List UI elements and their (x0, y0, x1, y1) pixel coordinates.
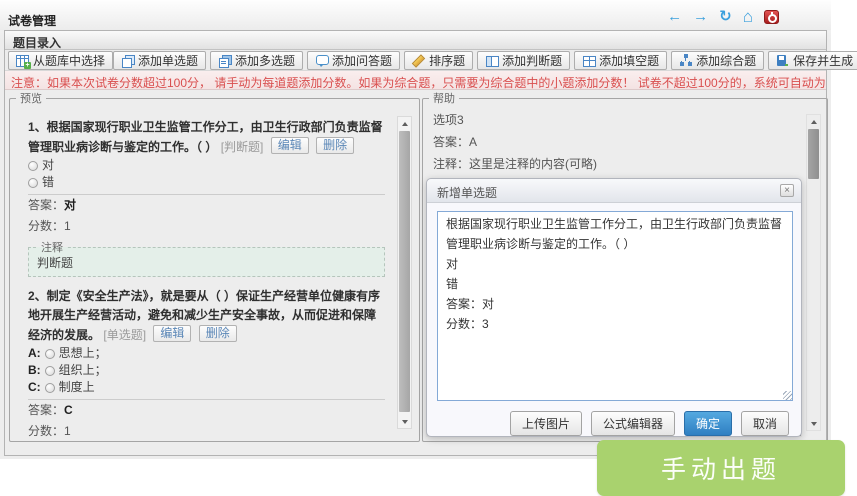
notice-banner: 注意：如果本次试卷分数超过100分， 请手动为每道题添加分数。如果为综合题，只需… (5, 71, 826, 90)
question-item: 1、根据国家现行职业卫生监管工作分工，由卫生行政部门负责监督管理职业病诊断与鉴定… (28, 118, 385, 277)
save-generate-button[interactable]: 保存并生成 (768, 51, 857, 70)
save-icon (776, 54, 789, 67)
radio-button[interactable] (45, 349, 55, 359)
pages-icon (121, 54, 134, 67)
scrollbar-thumb[interactable] (399, 131, 410, 412)
refresh-icon[interactable]: ↻ (719, 9, 732, 24)
grid-icon (582, 54, 595, 67)
window-controls: ← → ↻ ⌂ (667, 9, 779, 24)
ok-button[interactable]: 确定 (684, 411, 732, 436)
answer-line: 答案：C (28, 400, 385, 421)
toolbar-left-group: 从题库中选择 (8, 51, 113, 70)
question-type-tag: [单选题] (103, 328, 146, 342)
org-chart-icon (679, 54, 692, 67)
radio-button[interactable] (45, 383, 55, 393)
delete-question-button[interactable]: 删除 (316, 137, 354, 154)
scroll-down-icon[interactable] (807, 417, 820, 430)
question-content-textarea[interactable]: 根据国家现行职业卫生监管工作分工，由卫生行政部门负责监督管理职业病诊断与鉴定的工… (437, 211, 793, 401)
pencil-icon (412, 54, 425, 67)
option-row: B: 组织上； (28, 362, 385, 379)
radio-button[interactable] (45, 366, 55, 376)
page-title: 试卷管理 (8, 12, 56, 29)
speech-bubble-icon (315, 54, 328, 67)
add-blank-button[interactable]: 添加填空题 (574, 51, 667, 70)
toolbar-right-group: 添加单选题 添加多选题 添加问答题 排序题 添加判断题 (113, 51, 857, 70)
dialog-title: 新增单选题 (437, 186, 497, 200)
manual-question-overlay: 手动出题 (597, 440, 845, 496)
score-line: 分数：1 (28, 216, 385, 237)
delete-question-button[interactable]: 删除 (199, 325, 237, 342)
cancel-button[interactable]: 取消 (741, 411, 789, 436)
scroll-up-icon[interactable] (398, 117, 411, 130)
dialog-buttons: 上传图片 公式编辑器 确定 取消 (427, 411, 789, 436)
score-line: 分数：1 (28, 421, 385, 441)
add-comprehensive-button[interactable]: 添加综合题 (671, 51, 764, 70)
scrollbar-thumb[interactable] (808, 129, 819, 179)
select-from-bank-button[interactable]: 从题库中选择 (8, 51, 113, 70)
split-table-icon (485, 54, 498, 67)
forward-icon[interactable]: → (693, 9, 708, 24)
preview-scrollbar[interactable] (397, 116, 412, 429)
upload-image-button[interactable]: 上传图片 (510, 411, 582, 436)
preview-legend: 预览 (16, 90, 46, 106)
option-row: C: 制度上 (28, 379, 385, 396)
add-qa-button[interactable]: 添加问答题 (307, 51, 400, 70)
back-icon[interactable]: ← (667, 9, 682, 24)
add-multi-choice-button[interactable]: 添加多选题 (210, 51, 303, 70)
note-box: 注释 判断题 (28, 239, 385, 277)
note-legend: 注释 (37, 239, 67, 255)
help-line: 注释：这里是注释的内容(可略) (433, 153, 803, 175)
title-bar: 试卷管理 ← → ↻ ⌂ (0, 0, 831, 30)
question-item: 2、制定《安全生产法》，就是要从（ ）保证生产经营单位健康有序地开展生产经营活动… (28, 287, 385, 441)
question-text: 1、根据国家现行职业卫生监管工作分工，由卫生行政部门负责监督管理职业病诊断与鉴定… (28, 118, 385, 157)
sort-question-button[interactable]: 排序题 (404, 51, 473, 70)
option-row: A: 思想上； (28, 345, 385, 362)
help-line: 答案：A (433, 131, 803, 153)
edit-question-button[interactable]: 编辑 (153, 325, 191, 342)
resize-grip-icon[interactable] (783, 391, 792, 400)
edit-question-button[interactable]: 编辑 (271, 137, 309, 154)
preview-scroll-area: 1、根据国家现行职业卫生监管工作分工，由卫生行政部门负责监督管理职业病诊断与鉴定… (10, 106, 419, 441)
toolbar: 从题库中选择 添加单选题 添加多选题 添加问答题 排序题 (5, 50, 826, 71)
help-legend: 帮助 (429, 90, 459, 106)
radio-button[interactable] (28, 161, 38, 171)
home-icon[interactable]: ⌂ (743, 9, 753, 24)
answer-line: 答案：对 (28, 195, 385, 216)
radio-button[interactable] (28, 178, 38, 188)
question-type-tag: [判断题] (221, 140, 264, 154)
add-judge-button[interactable]: 添加判断题 (477, 51, 570, 70)
scroll-down-icon[interactable] (398, 415, 411, 428)
section-header: 题目录入 (5, 31, 826, 50)
help-line: 选项3 (433, 109, 803, 131)
preview-panel: 预览 1、根据国家现行职业卫生监管工作分工，由卫生行政部门负责监督管理职业病诊断… (9, 90, 420, 442)
stacked-pages-icon (218, 54, 231, 67)
power-icon[interactable] (764, 10, 779, 24)
note-text: 判断题 (37, 255, 378, 271)
formula-editor-button[interactable]: 公式编辑器 (591, 411, 675, 436)
question-text: 2、制定《安全生产法》，就是要从（ ）保证生产经营单位健康有序地开展生产经营活动… (28, 287, 385, 345)
add-single-choice-button[interactable]: 添加单选题 (113, 51, 206, 70)
option-row: 错 (28, 174, 385, 191)
new-single-choice-dialog: 新增单选题 × 根据国家现行职业卫生监管工作分工，由卫生行政部门负责监督管理职业… (426, 178, 802, 437)
dialog-title-bar[interactable]: 新增单选题 × (427, 179, 801, 203)
option-row: 对 (28, 157, 385, 174)
dialog-body: 根据国家现行职业卫生监管工作分工，由卫生行政部门负责监督管理职业病诊断与鉴定的工… (427, 203, 801, 437)
help-scrollbar[interactable] (806, 114, 821, 431)
scroll-up-icon[interactable] (807, 115, 820, 128)
close-icon[interactable]: × (780, 184, 794, 197)
question-bank-icon (16, 54, 29, 67)
